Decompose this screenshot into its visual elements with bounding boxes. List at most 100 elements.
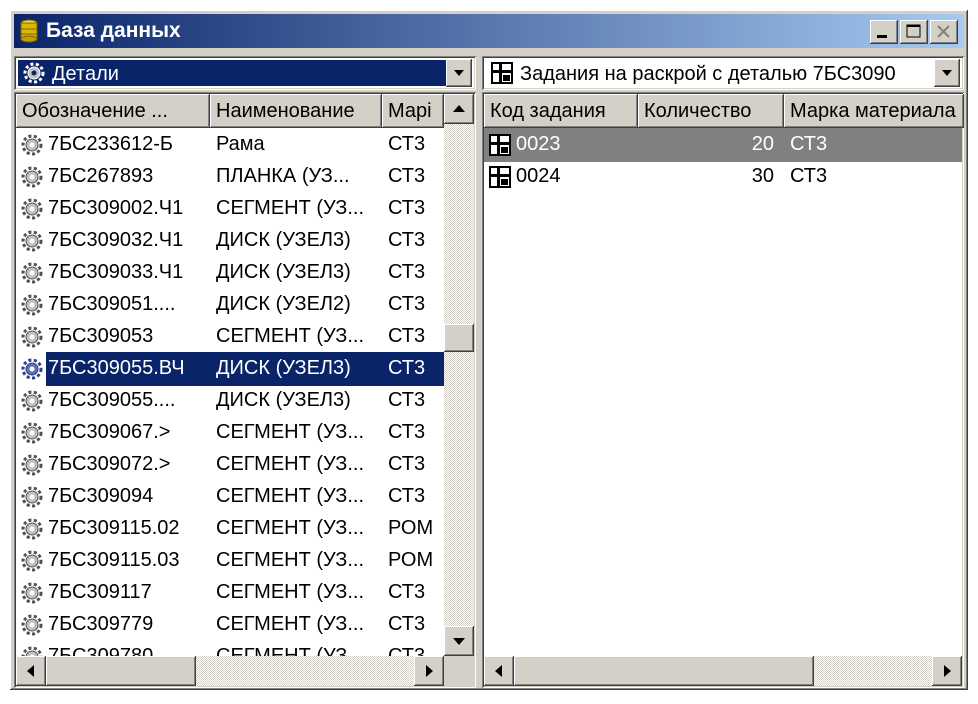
cell-name: Рама <box>216 133 265 155</box>
cut-task-icon <box>489 134 511 156</box>
gear-icon <box>21 582 43 604</box>
minimize-button[interactable] <box>870 20 898 44</box>
combo-value: Задания на раскрой с деталью 7БС3090 <box>520 63 896 85</box>
cell-mark: РОМ <box>388 517 434 539</box>
scroll-left-button[interactable] <box>484 656 514 686</box>
column-header-task-code[interactable]: Код задания <box>484 94 638 128</box>
cell-mark: СТ3 <box>388 357 426 379</box>
cell-code: 7БС309115.02 <box>48 517 180 539</box>
cell-name: СЕГМЕНТ (УЗ... <box>216 517 365 539</box>
cell-code: 7БС309033.Ч1 <box>48 261 184 283</box>
cell-mark: СТ3 <box>388 133 426 155</box>
cell-name: СЕГМЕНТ (УЗ... <box>216 549 365 571</box>
table-row[interactable]: 7БС309117 СЕГМЕНТ (УЗ... СТ3 <box>16 576 444 610</box>
scroll-left-button[interactable] <box>16 656 46 686</box>
gear-icon <box>21 134 43 156</box>
cell-code: 7БС309002.Ч1 <box>48 197 184 219</box>
cell-mark: СТ3 <box>388 197 426 219</box>
scroll-right-button[interactable] <box>414 656 444 686</box>
cell-name: СЕГМЕНТ (УЗ... <box>216 197 365 219</box>
cell-code: 7БС309779 <box>48 613 154 635</box>
cell-task-code: 0023 <box>516 133 561 155</box>
cell-name: ДИСК (УЗЕЛ2) <box>216 293 351 315</box>
table-row[interactable]: 0023 20 СТ3 <box>484 128 962 162</box>
gear-icon <box>21 230 43 252</box>
cut-task-icon <box>489 166 511 188</box>
cell-mark: СТ3 <box>388 421 426 443</box>
detail-type-combo[interactable]: Детали <box>14 56 476 90</box>
cell-mark: СТ3 <box>388 165 426 187</box>
horizontal-scrollbar[interactable] <box>484 656 962 686</box>
arrow-right-icon <box>944 665 951 677</box>
maximize-button[interactable] <box>900 20 928 44</box>
table-row[interactable]: 7БС309779 СЕГМЕНТ (УЗ... СТ3 <box>16 608 444 642</box>
gear-icon <box>21 550 43 572</box>
cell-name: СЕГМЕНТ (УЗ... <box>216 613 365 635</box>
table-row[interactable]: 7БС309067.> СЕГМЕНТ (УЗ... СТ3 <box>16 416 444 450</box>
table-row[interactable]: 7БС309032.Ч1 ДИСК (УЗЕЛ3) СТ3 <box>16 224 444 258</box>
table-row[interactable]: 7БС309055.... ДИСК (УЗЕЛ3) СТ3 <box>16 384 444 418</box>
maximize-icon <box>906 24 921 38</box>
table-row[interactable]: 7БС309055.ВЧ ДИСК (УЗЕЛ3) СТ3 <box>16 352 444 386</box>
cell-code: 7БС233612-Б <box>48 133 173 155</box>
combo-dropdown-button[interactable] <box>446 59 472 87</box>
table-row[interactable]: 7БС309033.Ч1 ДИСК (УЗЕЛ3) СТ3 <box>16 256 444 290</box>
cell-code: 7БС309055.ВЧ <box>48 357 185 379</box>
scroll-up-button[interactable] <box>444 94 474 124</box>
scroll-corner <box>444 656 474 686</box>
column-header-mark[interactable]: Марі <box>382 94 444 128</box>
cell-code: 7БС309053 <box>48 325 154 347</box>
cell-mark: СТ3 <box>388 261 426 283</box>
cell-mark: СТ3 <box>388 293 426 315</box>
table-row[interactable]: 7БС309094 СЕГМЕНТ (УЗ... СТ3 <box>16 480 444 514</box>
cell-code: 7БС309055.... <box>48 389 176 411</box>
hscroll-thumb[interactable] <box>514 656 814 686</box>
database-window: База данных Детали Обозначение ... Наиме… <box>10 10 968 690</box>
column-header-code[interactable]: Обозначение ... <box>16 94 210 128</box>
table-row[interactable]: 7БС309053 СЕГМЕНТ (УЗ... СТ3 <box>16 320 444 354</box>
cell-material: СТ3 <box>790 165 828 187</box>
gear-icon <box>23 62 45 84</box>
table-row[interactable]: 7БС309002.Ч1 СЕГМЕНТ (УЗ... СТ3 <box>16 192 444 226</box>
arrow-left-icon <box>495 665 502 677</box>
title-bar[interactable]: База данных <box>14 14 964 48</box>
table-row[interactable]: 7БС309115.03 СЕГМЕНТ (УЗ... РОМ <box>16 544 444 578</box>
cell-name: ДИСК (УЗЕЛ3) <box>216 389 351 411</box>
scroll-right-button[interactable] <box>932 656 962 686</box>
horizontal-scrollbar[interactable] <box>16 656 444 686</box>
gear-icon <box>21 294 43 316</box>
column-header-quantity[interactable]: Количество <box>638 94 784 128</box>
column-header-name[interactable]: Наименование <box>210 94 382 128</box>
scroll-thumb[interactable] <box>444 324 474 352</box>
column-header-material[interactable]: Марка материала <box>784 94 964 128</box>
arrow-left-icon <box>27 665 34 677</box>
table-row[interactable]: 0024 30 СТ3 <box>484 160 962 194</box>
cell-code: 7БС309067.> <box>48 421 171 443</box>
vertical-scrollbar[interactable] <box>444 94 474 656</box>
cell-code: 7БС309094 <box>48 485 154 507</box>
gear-icon <box>21 326 43 348</box>
close-button[interactable] <box>930 20 958 44</box>
combo-dropdown-button[interactable] <box>934 59 960 87</box>
gear-icon <box>21 358 43 380</box>
table-row[interactable]: 7БС309051.... ДИСК (УЗЕЛ2) СТ3 <box>16 288 444 322</box>
hscroll-thumb[interactable] <box>46 656 196 686</box>
database-icon <box>20 19 38 43</box>
scroll-down-button[interactable] <box>444 626 474 656</box>
gear-icon <box>21 390 43 412</box>
combo-selection: Детали <box>18 60 446 86</box>
cell-name: ДИСК (УЗЕЛ3) <box>216 261 351 283</box>
table-row[interactable]: 7БС309115.02 СЕГМЕНТ (УЗ... РОМ <box>16 512 444 546</box>
cell-mark: СТ3 <box>388 581 426 603</box>
cell-mark: СТ3 <box>388 485 426 507</box>
details-list: Обозначение ... Наименование Марі 7БС233… <box>14 92 476 688</box>
cell-name: СЕГМЕНТ (УЗ... <box>216 325 365 347</box>
table-row[interactable]: 7БС309072.> СЕГМЕНТ (УЗ... СТ3 <box>16 448 444 482</box>
tasks-combo[interactable]: Задания на раскрой с деталью 7БС3090 <box>482 56 964 90</box>
gear-icon <box>21 422 43 444</box>
table-row[interactable]: 7БС267893 ПЛАНКА (УЗ... СТ3 <box>16 160 444 194</box>
gear-icon <box>21 614 43 636</box>
tasks-list: Код задания Количество Марка материала 0… <box>482 92 964 688</box>
table-row[interactable]: 7БС233612-Б Рама СТ3 <box>16 128 444 162</box>
close-icon <box>937 25 950 38</box>
